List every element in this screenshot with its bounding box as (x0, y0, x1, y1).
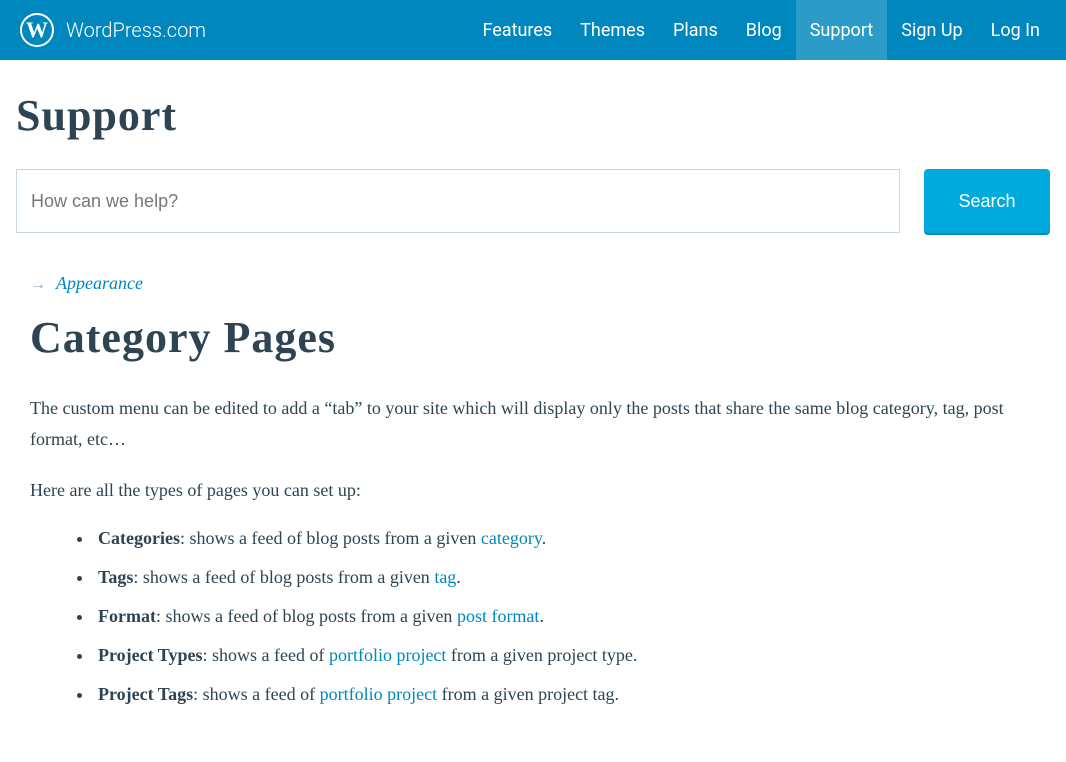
wordpress-icon: W (20, 13, 54, 47)
search-input[interactable] (16, 169, 900, 233)
item-label: Format (98, 606, 156, 626)
item-text-after: . (456, 567, 461, 587)
item-text-before: : shows a feed of blog posts from a give… (133, 567, 434, 587)
arrow-right-icon: → (30, 274, 46, 294)
item-link[interactable]: tag (434, 567, 456, 587)
nav-support[interactable]: Support (796, 0, 888, 60)
list-item: Project Tags: shows a feed of portfolio … (94, 681, 1050, 708)
item-label: Categories (98, 528, 180, 548)
nav-features[interactable]: Features (468, 0, 566, 60)
item-label: Tags (98, 567, 133, 587)
item-text-before: : shows a feed of (202, 645, 328, 665)
nav-signup[interactable]: Sign Up (887, 0, 976, 60)
top-nav-bar: W WordPress.com Features Themes Plans Bl… (0, 0, 1066, 60)
types-list: Categories: shows a feed of blog posts f… (94, 525, 1050, 708)
breadcrumb-parent-link[interactable]: Appearance (56, 273, 143, 294)
site-logo[interactable]: W WordPress.com (20, 13, 206, 47)
list-item: Categories: shows a feed of blog posts f… (94, 525, 1050, 552)
site-name: WordPress.com (66, 18, 206, 42)
breadcrumb: → Appearance (30, 273, 1050, 294)
list-item: Tags: shows a feed of blog posts from a … (94, 564, 1050, 591)
item-link[interactable]: portfolio project (320, 684, 437, 704)
list-intro: Here are all the types of pages you can … (30, 480, 1050, 501)
item-text-before: : shows a feed of (193, 684, 319, 704)
item-text-after: . (539, 606, 544, 626)
search-row: Search (16, 169, 1050, 233)
list-item: Format: shows a feed of blog posts from … (94, 603, 1050, 630)
item-text-after: . (542, 528, 547, 548)
page-title: Category Pages (30, 312, 1050, 363)
item-text-before: : shows a feed of blog posts from a give… (180, 528, 481, 548)
search-button[interactable]: Search (924, 169, 1050, 233)
item-text-after: from a given project tag. (437, 684, 619, 704)
item-text-after: from a given project type. (446, 645, 637, 665)
nav-plans[interactable]: Plans (659, 0, 732, 60)
item-link[interactable]: portfolio project (329, 645, 446, 665)
item-label: Project Tags (98, 684, 193, 704)
main-content: Support Search → Appearance Category Pag… (0, 60, 1066, 760)
nav-login[interactable]: Log In (977, 0, 1054, 60)
nav-blog[interactable]: Blog (732, 0, 796, 60)
item-link[interactable]: category (481, 528, 542, 548)
nav-themes[interactable]: Themes (566, 0, 659, 60)
support-heading: Support (16, 90, 1050, 141)
item-label: Project Types (98, 645, 202, 665)
item-text-before: : shows a feed of blog posts from a give… (156, 606, 457, 626)
list-item: Project Types: shows a feed of portfolio… (94, 642, 1050, 669)
main-nav: Features Themes Plans Blog Support Sign … (468, 0, 1054, 60)
item-link[interactable]: post format (457, 606, 540, 626)
intro-paragraph: The custom menu can be edited to add a “… (30, 393, 1050, 454)
